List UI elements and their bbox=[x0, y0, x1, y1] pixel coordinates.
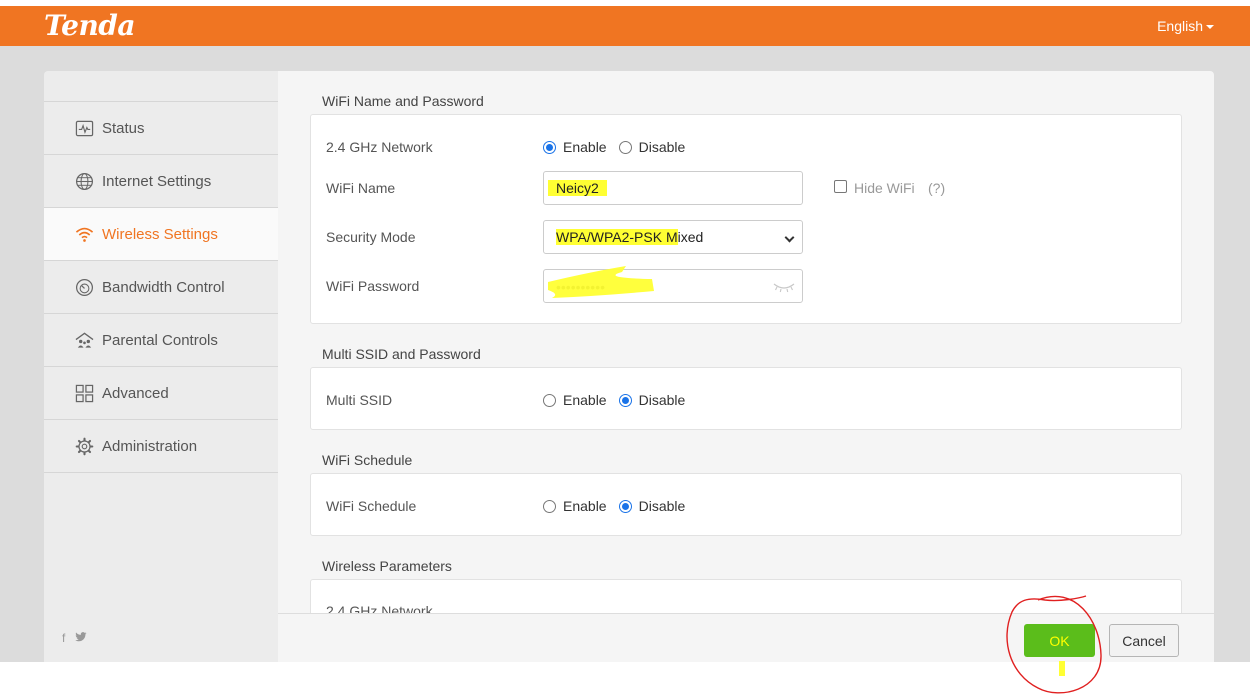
language-selector[interactable]: English bbox=[1157, 18, 1214, 34]
ok-annotation-marker bbox=[1059, 661, 1065, 676]
sidebar-item-advanced[interactable]: Advanced bbox=[44, 367, 278, 420]
multi-ssid-card: Multi SSID Enable Disable bbox=[310, 367, 1182, 430]
action-footer: OK Cancel bbox=[278, 613, 1214, 662]
radio-label: Enable bbox=[563, 139, 607, 155]
security-mode-rest-text: ixed bbox=[677, 229, 704, 245]
multi-ssid-enable-radio[interactable] bbox=[543, 393, 556, 407]
network-24ghz-radio-group: Enable Disable bbox=[543, 139, 697, 155]
social-links: f bbox=[62, 631, 93, 645]
facebook-icon[interactable]: f bbox=[62, 631, 65, 645]
sidebar-item-label: Wireless Settings bbox=[102, 225, 218, 243]
sidebar-item-wireless-settings[interactable]: Wireless Settings bbox=[44, 208, 278, 261]
globe-icon bbox=[74, 171, 94, 191]
sidebar-item-label: Administration bbox=[102, 437, 198, 455]
caret-down-icon bbox=[1206, 25, 1214, 30]
sidebar-item-administration[interactable]: Administration bbox=[44, 420, 278, 473]
sidebar-item-status[interactable]: Status bbox=[44, 102, 278, 155]
wifi-schedule-disable-radio[interactable] bbox=[618, 499, 632, 513]
chevron-down-icon bbox=[784, 232, 795, 243]
ok-button[interactable]: OK bbox=[1024, 624, 1095, 657]
wireless-parameters-card: 2.4 GHz Network bbox=[310, 579, 1182, 613]
section-title-wireless-parameters: Wireless Parameters bbox=[322, 558, 452, 574]
cancel-button[interactable]: Cancel bbox=[1109, 624, 1179, 657]
radio-label: Disable bbox=[638, 139, 686, 155]
radio-label: Enable bbox=[563, 498, 607, 514]
wifi-name-input[interactable]: Neicy2 bbox=[543, 171, 803, 205]
sidebar: Status Internet Settings Wireless Settin… bbox=[44, 71, 278, 662]
wifi-icon bbox=[74, 224, 94, 244]
radio-label: Disable bbox=[638, 392, 686, 408]
language-label: English bbox=[1157, 18, 1203, 34]
section-title-multi-ssid: Multi SSID and Password bbox=[322, 346, 481, 362]
sidebar-item-bandwidth-control[interactable]: Bandwidth Control bbox=[44, 261, 278, 314]
multi-ssid-label: Multi SSID bbox=[326, 392, 393, 408]
settings-content: WiFi Name and Password 2.4 GHz Network E… bbox=[278, 71, 1214, 613]
wifi-password-label: WiFi Password bbox=[326, 278, 420, 294]
network-disable-radio[interactable] bbox=[618, 140, 632, 154]
gear-icon bbox=[74, 436, 94, 456]
eye-closed-icon[interactable] bbox=[772, 280, 796, 298]
wifi-schedule-enable-radio[interactable] bbox=[543, 499, 556, 513]
sidebar-item-label: Status bbox=[102, 119, 145, 137]
multi-ssid-radio-group: Enable Disable bbox=[543, 392, 697, 408]
status-icon bbox=[74, 118, 94, 138]
network-24ghz-label: 2.4 GHz Network bbox=[326, 139, 433, 155]
sidebar-item-parental-controls[interactable]: Parental Controls bbox=[44, 314, 278, 367]
wifi-password-value: •••••••••• bbox=[556, 279, 606, 295]
wifi-password-input[interactable]: •••••••••• bbox=[543, 269, 803, 303]
hide-wifi-checkbox[interactable] bbox=[834, 180, 847, 193]
security-mode-label: Security Mode bbox=[326, 229, 416, 245]
hide-wifi-help-link[interactable]: (?) bbox=[928, 180, 945, 196]
sidebar-item-label: Parental Controls bbox=[102, 331, 218, 349]
sidebar-item-label: Advanced bbox=[102, 384, 169, 402]
hide-wifi-label: Hide WiFi bbox=[854, 180, 915, 196]
section-title-wifi-name-password: WiFi Name and Password bbox=[322, 93, 484, 109]
security-mode-highlighted-text: WPA/WPA2-PSK M bbox=[556, 229, 678, 245]
sidebar-item-label: Bandwidth Control bbox=[102, 278, 225, 296]
security-mode-select[interactable]: WPA/WPA2-PSK Mixed bbox=[543, 220, 803, 254]
sidebar-item-internet-settings[interactable]: Internet Settings bbox=[44, 155, 278, 208]
twitter-icon[interactable] bbox=[74, 631, 87, 645]
security-mode-value: WPA/WPA2-PSK Mixed bbox=[556, 229, 703, 245]
family-icon bbox=[74, 330, 94, 350]
wireless-params-network-label: 2.4 GHz Network bbox=[326, 603, 433, 613]
main-panel: WiFi Name and Password 2.4 GHz Network E… bbox=[278, 71, 1214, 662]
gauge-icon bbox=[74, 277, 94, 297]
wifi-name-value: Neicy2 bbox=[548, 180, 607, 196]
wifi-schedule-card: WiFi Schedule Enable Disable bbox=[310, 473, 1182, 536]
grid-icon bbox=[74, 383, 94, 403]
radio-label: Enable bbox=[563, 392, 607, 408]
wifi-name-password-card: 2.4 GHz Network Enable Disable WiFi Name… bbox=[310, 114, 1182, 324]
wifi-schedule-radio-group: Enable Disable bbox=[543, 498, 697, 514]
radio-label: Disable bbox=[638, 498, 686, 514]
wifi-name-label: WiFi Name bbox=[326, 180, 396, 196]
sidebar-nav: Status Internet Settings Wireless Settin… bbox=[44, 101, 278, 473]
sidebar-item-label: Internet Settings bbox=[102, 172, 212, 190]
network-enable-radio[interactable] bbox=[543, 140, 556, 154]
multi-ssid-disable-radio[interactable] bbox=[618, 393, 632, 407]
tenda-logo: Tenda bbox=[44, 9, 136, 42]
top-header: Tenda English bbox=[0, 6, 1250, 46]
section-title-wifi-schedule: WiFi Schedule bbox=[322, 452, 413, 468]
router-admin-page: Tenda English Status Internet Settings W… bbox=[0, 0, 1250, 698]
wifi-schedule-label: WiFi Schedule bbox=[326, 498, 417, 514]
